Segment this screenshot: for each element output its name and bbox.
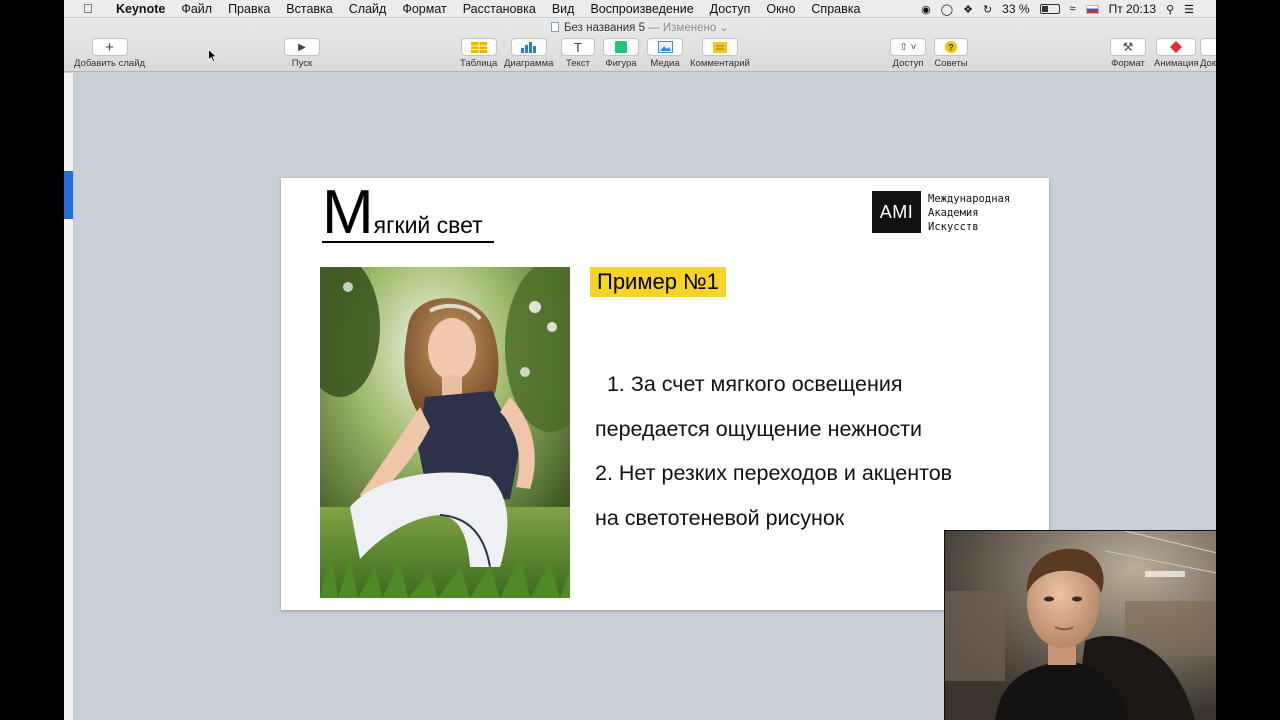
portrait-photo[interactable] <box>320 267 570 598</box>
share-button[interactable]: ⇧ ˅ Доступ <box>890 38 926 69</box>
table-icon <box>460 38 497 56</box>
academy-name[interactable]: Международная Академия Искусств <box>928 192 1010 234</box>
share-icon: ⇧ ˅ <box>890 38 926 56</box>
title-underline <box>322 241 494 243</box>
record-icon[interactable]: ◉ <box>921 3 931 16</box>
bullet-line: передается ощущение нежности <box>595 416 923 441</box>
mouse-cursor-icon <box>208 49 218 63</box>
menu-app-name[interactable]: Keynote <box>108 2 173 16</box>
animate-diamond-icon <box>1156 38 1197 56</box>
example-badge[interactable]: Пример №1 <box>590 267 726 297</box>
menu-window[interactable]: Окно <box>758 2 803 16</box>
bullet-text-box[interactable]: 1. За счет мягкого освещения передается … <box>595 362 1035 540</box>
menu-arrange[interactable]: Расстановка <box>455 2 544 16</box>
menu-file[interactable]: Файл <box>173 2 220 16</box>
slide-title-rest: ягкий свет <box>373 212 483 238</box>
format-button[interactable]: ⚒ Формат <box>1110 38 1146 69</box>
animate-button[interactable]: Анимация <box>1154 38 1199 69</box>
document-button[interactable]: Док <box>1200 38 1216 69</box>
bullet-line: 2. Нет резких переходов и акцентов <box>595 461 953 485</box>
menu-view[interactable]: Вид <box>544 2 583 16</box>
slide-title[interactable]: Мягкий свет <box>322 182 483 244</box>
notification-center-icon[interactable]: ☰ <box>1184 3 1194 16</box>
menu-slide[interactable]: Слайд <box>341 2 395 16</box>
chart-button[interactable]: Диаграмма <box>504 38 553 69</box>
battery-percent: 33 % <box>1002 2 1030 16</box>
input-language-flag-icon[interactable] <box>1085 4 1099 14</box>
add-slide-button[interactable]: + Добавить слайд <box>74 38 145 69</box>
svg-text:?: ? <box>948 43 954 53</box>
paintbrush-icon: ⚒ <box>1110 38 1146 56</box>
ami-logo[interactable]: AMI <box>872 191 921 233</box>
menu-play[interactable]: Воспроизведение <box>582 2 701 16</box>
slide-title-initial: М <box>322 178 374 247</box>
slide-canvas[interactable]: Мягкий свет AMI Международная Академия И… <box>281 178 1049 610</box>
creative-cloud-icon[interactable]: ◯ <box>941 3 953 16</box>
plus-icon: + <box>91 38 128 56</box>
battery-icon[interactable] <box>1039 4 1060 14</box>
selected-slide-thumbnail[interactable] <box>64 171 73 219</box>
wifi-icon[interactable]: ≈ <box>1070 3 1076 15</box>
webcam-overlay <box>944 530 1216 720</box>
document-panel-icon <box>1200 38 1216 56</box>
dropbox-icon[interactable]: ❖ <box>963 3 973 16</box>
table-button[interactable]: Таблица <box>460 38 497 69</box>
shape-button[interactable]: Фигура <box>603 38 639 69</box>
shape-icon <box>603 38 639 56</box>
text-icon: T <box>561 38 595 56</box>
sync-icon[interactable]: ↻ <box>983 3 992 16</box>
play-icon: ▶ <box>284 38 320 56</box>
menu-share[interactable]: Доступ <box>702 2 759 16</box>
menu-format[interactable]: Формат <box>394 2 454 16</box>
spotlight-search-icon[interactable]: ⚲ <box>1166 3 1174 16</box>
tips-button[interactable]: ? Советы <box>934 38 968 69</box>
document-title: Без названия 5 <box>563 22 645 34</box>
clock[interactable]: Пт 20:13 <box>1109 2 1156 16</box>
menu-edit[interactable]: Правка <box>220 2 278 16</box>
apple-menu-icon[interactable]:  <box>80 1 96 16</box>
menu-bar:  Keynote Файл Правка Вставка Слайд Форм… <box>64 0 1216 18</box>
play-button[interactable]: ▶ Пуск <box>284 38 320 69</box>
media-button[interactable]: Медиа <box>647 38 683 69</box>
question-icon: ? <box>934 38 968 56</box>
document-title-bar[interactable]: Без названия 5 — Изменено ⌄ <box>64 20 1216 34</box>
bullet-line: 1. За счет мягкого освещения <box>595 372 903 396</box>
toolbar: Без названия 5 — Изменено ⌄ + Добавить с… <box>64 18 1216 72</box>
keynote-window:  Keynote Файл Правка Вставка Слайд Форм… <box>64 0 1216 720</box>
document-status: — Изменено ⌄ <box>648 22 730 34</box>
status-area: ◉ ◯ ❖ ↻ 33 % ≈ Пт 20:13 ⚲ ☰ <box>921 0 1194 18</box>
comment-icon <box>701 38 738 56</box>
comment-button[interactable]: Комментарий <box>690 38 750 69</box>
menu-help[interactable]: Справка <box>803 2 868 16</box>
text-button[interactable]: T Текст <box>561 38 595 69</box>
document-icon <box>550 22 559 32</box>
media-icon <box>647 38 683 56</box>
menu-insert[interactable]: Вставка <box>278 2 340 16</box>
chart-icon <box>510 38 547 56</box>
